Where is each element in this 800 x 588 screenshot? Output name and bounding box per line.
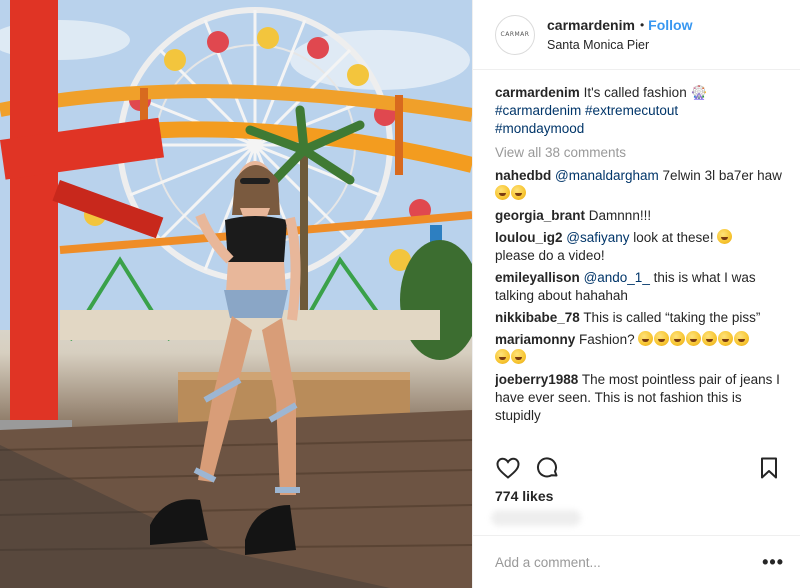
comment-username[interactable]: joeberry1988	[495, 372, 578, 387]
comment-username[interactable]: loulou_ig2	[495, 230, 563, 245]
laughing-emoji-icon	[686, 331, 702, 346]
likes-count[interactable]: 774 likes	[495, 488, 553, 504]
comment-item: mariamonny Fashion?	[495, 331, 782, 367]
comment-text: This is called “taking the piss”	[583, 310, 761, 325]
heart-icon[interactable]	[495, 455, 521, 481]
hashtag-link[interactable]: #mondaymood	[495, 121, 584, 136]
comment-username[interactable]: mariamonny	[495, 332, 575, 347]
comment-text: 7elwin 3l ba7er haw	[662, 168, 782, 183]
laughing-emoji-icon	[717, 229, 733, 244]
comment-text: Damnnn!!!	[588, 208, 652, 223]
laughing-emoji-icon	[511, 349, 526, 364]
comment-item: nikkibabe_78 This is called “taking the …	[495, 309, 782, 327]
location-link[interactable]: Santa Monica Pier	[547, 38, 692, 52]
caption-text: It's called fashion	[583, 85, 687, 100]
comment-username[interactable]: emileyallison	[495, 270, 580, 285]
comment-mention[interactable]: @manaldargham	[555, 168, 659, 183]
comment-text: look at these!	[633, 230, 714, 245]
post-caption: carmardenim It's called fashion 🎡 #carma…	[495, 84, 782, 138]
instagram-post: CARMAR carmardenim • Follow Santa Monica…	[0, 0, 800, 588]
laughing-emoji-icon	[718, 331, 734, 346]
blurred-timestamp	[491, 510, 581, 526]
laughing-emoji-icon	[638, 331, 654, 346]
comment-item: emileyallison @ando_1_ this is what I wa…	[495, 269, 782, 305]
post-header: CARMAR carmardenim • Follow Santa Monica…	[473, 0, 800, 70]
caption-username[interactable]: carmardenim	[495, 85, 580, 100]
laughing-emoji-icon	[734, 331, 750, 346]
header-separator: •	[639, 18, 645, 32]
follow-button[interactable]: Follow	[648, 17, 692, 33]
comment-text: Fashion?	[579, 332, 635, 347]
laughing-emoji-icon	[654, 331, 670, 346]
comment-item: nahedbd @manaldargham 7elwin 3l ba7er ha…	[495, 167, 782, 203]
header-text: carmardenim • Follow Santa Monica Pier	[547, 17, 692, 52]
comment-item: georgia_brant Damnnn!!!	[495, 207, 782, 225]
hashtag-link[interactable]: #carmardenim	[495, 103, 581, 118]
action-bar	[495, 454, 782, 482]
laughing-emoji-icon	[702, 331, 718, 346]
comment-item: joeberry1988 The most pointless pair of …	[495, 371, 782, 425]
comment-item: loulou_ig2 @safiyany look at these! plea…	[495, 229, 782, 265]
comment-text-continued: please do a video!	[495, 248, 605, 263]
comment-username[interactable]: nahedbd	[495, 168, 551, 183]
laughing-emoji-icon	[495, 349, 510, 364]
post-photo-illustration	[0, 0, 472, 588]
add-comment-input[interactable]	[495, 554, 763, 570]
hashtag-link[interactable]: #extremecutout	[585, 103, 678, 118]
avatar[interactable]: CARMAR	[495, 14, 535, 55]
laughing-emoji-icon	[670, 331, 686, 346]
comment-mention[interactable]: @ando_1_	[584, 270, 650, 285]
avatar-text: CARMAR	[500, 31, 530, 38]
view-all-comments-link[interactable]: View all 38 comments	[495, 145, 782, 160]
laughing-emoji-icon	[495, 185, 510, 200]
comment-username[interactable]: nikkibabe_78	[495, 310, 580, 325]
comment-username[interactable]: georgia_brant	[495, 208, 585, 223]
ferris-wheel-emoji-icon: 🎡	[690, 85, 708, 100]
laughing-emoji-icon	[511, 185, 526, 200]
post-photo[interactable]	[0, 0, 472, 588]
comments-list[interactable]: carmardenim It's called fashion 🎡 #carma…	[495, 84, 782, 444]
more-options-icon[interactable]: •••	[762, 552, 784, 573]
bookmark-icon[interactable]	[756, 455, 782, 481]
add-comment-bar: •••	[473, 535, 800, 588]
header-username[interactable]: carmardenim	[547, 17, 635, 33]
post-side-panel: CARMAR carmardenim • Follow Santa Monica…	[472, 0, 800, 588]
comment-mention[interactable]: @safiyany	[566, 230, 629, 245]
header-row: carmardenim • Follow	[547, 17, 692, 33]
comment-icon[interactable]	[535, 455, 561, 481]
